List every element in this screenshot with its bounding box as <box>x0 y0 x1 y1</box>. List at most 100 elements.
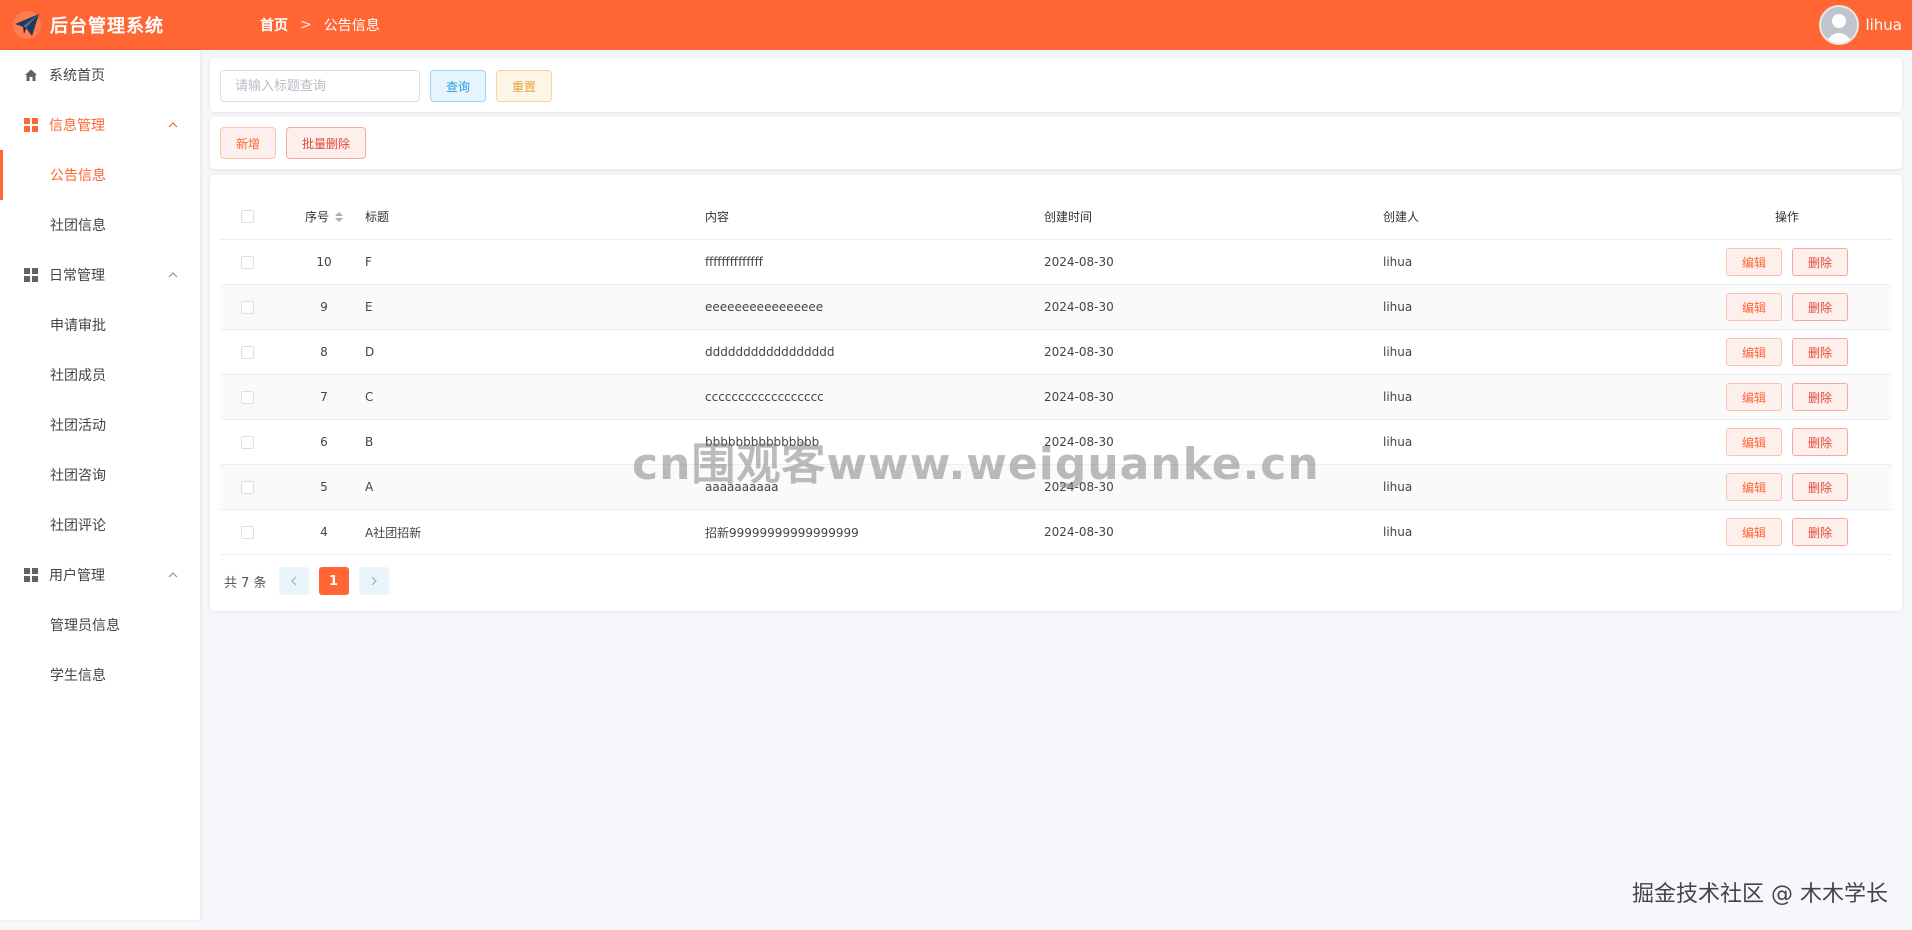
row-created-at: 2024-08-30 <box>1044 300 1114 314</box>
delete-button[interactable]: 删除 <box>1792 428 1848 456</box>
row-title: C <box>365 390 374 404</box>
sidebar-item-students[interactable]: 学生信息 <box>0 650 200 700</box>
edit-button[interactable]: 编辑 <box>1726 338 1782 366</box>
row-checkbox[interactable] <box>240 525 254 539</box>
row-created-at: 2024-08-30 <box>1044 255 1114 269</box>
row-creator: lihua <box>1383 345 1413 359</box>
delete-button[interactable]: 删除 <box>1792 473 1848 501</box>
row-actions: 编辑 删除 <box>1682 465 1892 509</box>
table-row: 4 A社团招新 招新99999999999999999 2024-08-30 l… <box>220 510 1892 555</box>
row-index: 8 <box>320 345 328 359</box>
query-button[interactable]: 查询 <box>430 70 486 102</box>
next-page-button[interactable] <box>358 567 389 595</box>
grid-icon <box>24 268 38 282</box>
chevron-right-icon <box>371 576 377 586</box>
column-header: 标题 <box>365 210 390 224</box>
row-select <box>220 510 274 554</box>
row-creator: lihua <box>1383 255 1413 269</box>
batch-delete-button[interactable]: 批量删除 <box>286 127 366 159</box>
row-actions: 编辑 删除 <box>1682 375 1892 419</box>
row-checkbox[interactable] <box>240 480 254 494</box>
sidebar-item-label: 社团成员 <box>50 368 106 384</box>
sidebar-item-members[interactable]: 社团成员 <box>0 350 200 400</box>
sidebar-item-approval[interactable]: 申请审批 <box>0 300 200 350</box>
grid-icon <box>24 118 38 132</box>
add-button[interactable]: 新增 <box>220 127 276 159</box>
sidebar-group-info[interactable]: 信息管理 <box>0 100 200 150</box>
row-created-at: 2024-08-30 <box>1044 525 1114 539</box>
sidebar-item-notice[interactable]: 公告信息 <box>0 150 200 200</box>
breadcrumb-current: 公告信息 <box>323 18 380 34</box>
row-created-at: 2024-08-30 <box>1044 345 1114 359</box>
sidebar-group-label: 用户管理 <box>49 568 105 584</box>
edit-button[interactable]: 编辑 <box>1726 473 1782 501</box>
delete-button[interactable]: 删除 <box>1792 338 1848 366</box>
row-checkbox[interactable] <box>240 300 254 314</box>
edit-button[interactable]: 编辑 <box>1726 248 1782 276</box>
search-input[interactable] <box>220 70 420 102</box>
header-index[interactable]: 序号 <box>274 194 374 239</box>
select-all-checkbox[interactable] <box>240 210 254 223</box>
row-checkbox[interactable] <box>240 435 254 449</box>
row-creator: lihua <box>1383 525 1413 539</box>
row-actions: 编辑 删除 <box>1682 420 1892 464</box>
column-header: 内容 <box>705 210 730 224</box>
column-header: 创建人 <box>1383 210 1420 224</box>
edit-button[interactable]: 编辑 <box>1726 428 1782 456</box>
edit-button[interactable]: 编辑 <box>1726 383 1782 411</box>
user-avatar-icon <box>1825 14 1854 43</box>
row-created-at: 2024-08-30 <box>1044 390 1114 404</box>
delete-button[interactable]: 删除 <box>1792 293 1848 321</box>
row-checkbox[interactable] <box>240 390 254 404</box>
row-checkbox[interactable] <box>240 345 254 359</box>
user-name[interactable]: lihua <box>1865 16 1902 34</box>
row-index: 7 <box>320 390 328 404</box>
reset-button[interactable]: 重置 <box>496 70 552 102</box>
avatar[interactable] <box>1819 5 1860 45</box>
prev-page-button[interactable] <box>278 567 309 595</box>
sidebar-group-user[interactable]: 用户管理 <box>0 550 200 600</box>
delete-button[interactable]: 删除 <box>1792 383 1848 411</box>
sidebar-item-comments[interactable]: 社团评论 <box>0 500 200 550</box>
sidebar-item-consult[interactable]: 社团咨询 <box>0 450 200 500</box>
row-select <box>220 240 274 284</box>
row-actions: 编辑 删除 <box>1682 240 1892 284</box>
sidebar-item-label: 公告信息 <box>50 168 106 184</box>
row-index: 6 <box>320 435 328 449</box>
row-content: eeeeeeeeeeeeeeee <box>705 300 824 314</box>
breadcrumb: 首页 > 公告信息 <box>260 15 380 35</box>
row-title: F <box>365 255 372 269</box>
sidebar-item-label: 系统首页 <box>49 68 105 84</box>
sidebar-item-home[interactable]: 系统首页 <box>0 50 200 100</box>
sidebar-item-label: 社团信息 <box>50 218 106 234</box>
user-menu[interactable]: lihua <box>1819 5 1902 45</box>
sidebar-item-label: 社团咨询 <box>50 468 106 484</box>
delete-button[interactable]: 删除 <box>1792 248 1848 276</box>
sidebar-item-admins[interactable]: 管理员信息 <box>0 600 200 650</box>
sidebar: 系统首页 信息管理 公告信息 社团信息 日常管理 申请审批 社团成员 社团活动 … <box>0 50 200 920</box>
row-select <box>220 465 274 509</box>
sidebar-item-activities[interactable]: 社团活动 <box>0 400 200 450</box>
edit-button[interactable]: 编辑 <box>1726 518 1782 546</box>
pagination-total: 共 7 条 <box>224 575 267 591</box>
action-card <box>210 117 1902 169</box>
row-checkbox[interactable] <box>240 255 254 269</box>
edit-button[interactable]: 编辑 <box>1726 293 1782 321</box>
row-index: 4 <box>320 525 328 539</box>
page-number[interactable]: 1 <box>318 567 349 595</box>
breadcrumb-home[interactable]: 首页 <box>260 15 288 35</box>
sidebar-group-daily[interactable]: 日常管理 <box>0 250 200 300</box>
app-title: 后台管理系统 <box>50 16 164 37</box>
sort-icon[interactable] <box>335 211 343 222</box>
sidebar-item-label: 社团活动 <box>50 418 106 434</box>
sidebar-item-club-info[interactable]: 社团信息 <box>0 200 200 250</box>
footer-watermark: 掘金技术社区 @ 木木学长 <box>1632 882 1888 907</box>
sidebar-group-label: 信息管理 <box>49 118 105 134</box>
delete-button[interactable]: 删除 <box>1792 518 1848 546</box>
top-header: 后台管理系统 首页 > 公告信息 lihua <box>0 0 1912 50</box>
table-row: 7 C cccccccccccccccccc 2024-08-30 lihua … <box>220 375 1892 420</box>
row-select <box>220 330 274 374</box>
row-content: 招新99999999999999999 <box>705 525 859 540</box>
row-title: D <box>365 345 375 359</box>
row-content: ffffffffffffff <box>705 255 763 269</box>
